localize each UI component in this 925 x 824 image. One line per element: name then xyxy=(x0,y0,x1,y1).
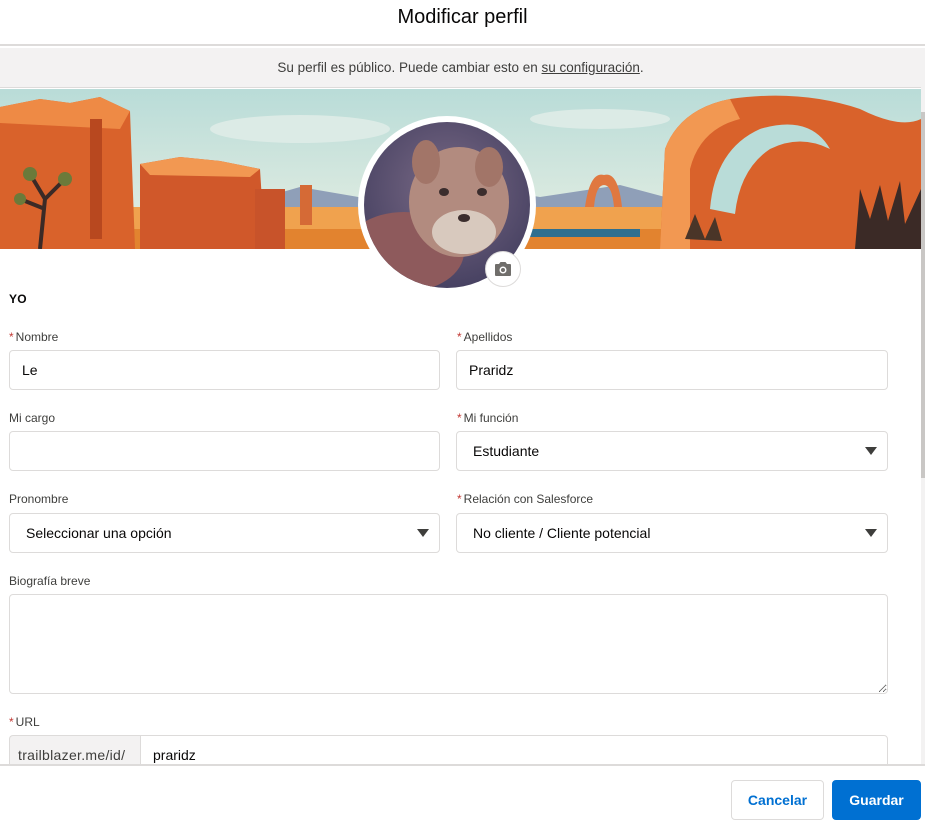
notice-text: Su perfil es público. Puede cambiar esto… xyxy=(277,60,542,75)
biografia-label: Biografía breve xyxy=(9,574,91,588)
modal-header: Modificar perfil xyxy=(0,0,925,46)
url-label-text: URL xyxy=(15,715,40,729)
apellidos-label: * Apellidos xyxy=(457,330,512,344)
nombre-input[interactable] xyxy=(9,350,440,390)
scrollbar-track[interactable] xyxy=(921,48,925,764)
chevron-down-icon xyxy=(865,447,877,455)
section-title: YO xyxy=(9,292,27,306)
public-profile-notice: Su perfil es público. Puede cambiar esto… xyxy=(0,48,921,88)
relacion-value: No cliente / Cliente potencial xyxy=(473,525,651,541)
mi-cargo-label: Mi cargo xyxy=(9,411,56,425)
pronombre-select[interactable]: Seleccionar una opción xyxy=(9,513,440,553)
pronombre-label: Pronombre xyxy=(9,492,69,506)
apellidos-label-text: Apellidos xyxy=(463,330,513,344)
change-photo-button[interactable] xyxy=(485,251,521,287)
biografia-textarea[interactable] xyxy=(9,594,888,694)
cancel-button[interactable]: Cancelar xyxy=(731,780,824,820)
modal-footer: Cancelar Guardar xyxy=(0,764,925,824)
required-mark: * xyxy=(9,715,14,729)
required-mark: * xyxy=(9,330,14,344)
nombre-label: * Nombre xyxy=(9,330,58,344)
mi-cargo-input[interactable] xyxy=(9,431,440,471)
apellidos-input[interactable] xyxy=(456,350,888,390)
mi-funcion-label-text: Mi función xyxy=(463,411,519,425)
required-mark: * xyxy=(457,492,462,506)
pronombre-value: Seleccionar una opción xyxy=(26,525,172,541)
url-label: * URL xyxy=(9,715,40,729)
save-button[interactable]: Guardar xyxy=(832,780,921,820)
chevron-down-icon xyxy=(417,529,429,537)
scrollbar-thumb[interactable] xyxy=(921,112,925,478)
relacion-label: * Relación con Salesforce xyxy=(457,492,593,506)
mi-funcion-label: * Mi función xyxy=(457,411,518,425)
required-mark: * xyxy=(457,411,462,425)
modal-title: Modificar perfil xyxy=(397,6,528,28)
settings-link[interactable]: su configuración xyxy=(542,60,640,75)
relacion-select[interactable]: No cliente / Cliente potencial xyxy=(456,513,888,553)
required-mark: * xyxy=(457,330,462,344)
chevron-down-icon xyxy=(865,529,877,537)
camera-icon xyxy=(495,262,511,276)
relacion-label-text: Relación con Salesforce xyxy=(463,492,594,506)
mi-funcion-value: Estudiante xyxy=(473,443,540,459)
mi-funcion-select[interactable]: Estudiante xyxy=(456,431,888,471)
nombre-label-text: Nombre xyxy=(15,330,59,344)
notice-text-end: . xyxy=(639,60,644,75)
